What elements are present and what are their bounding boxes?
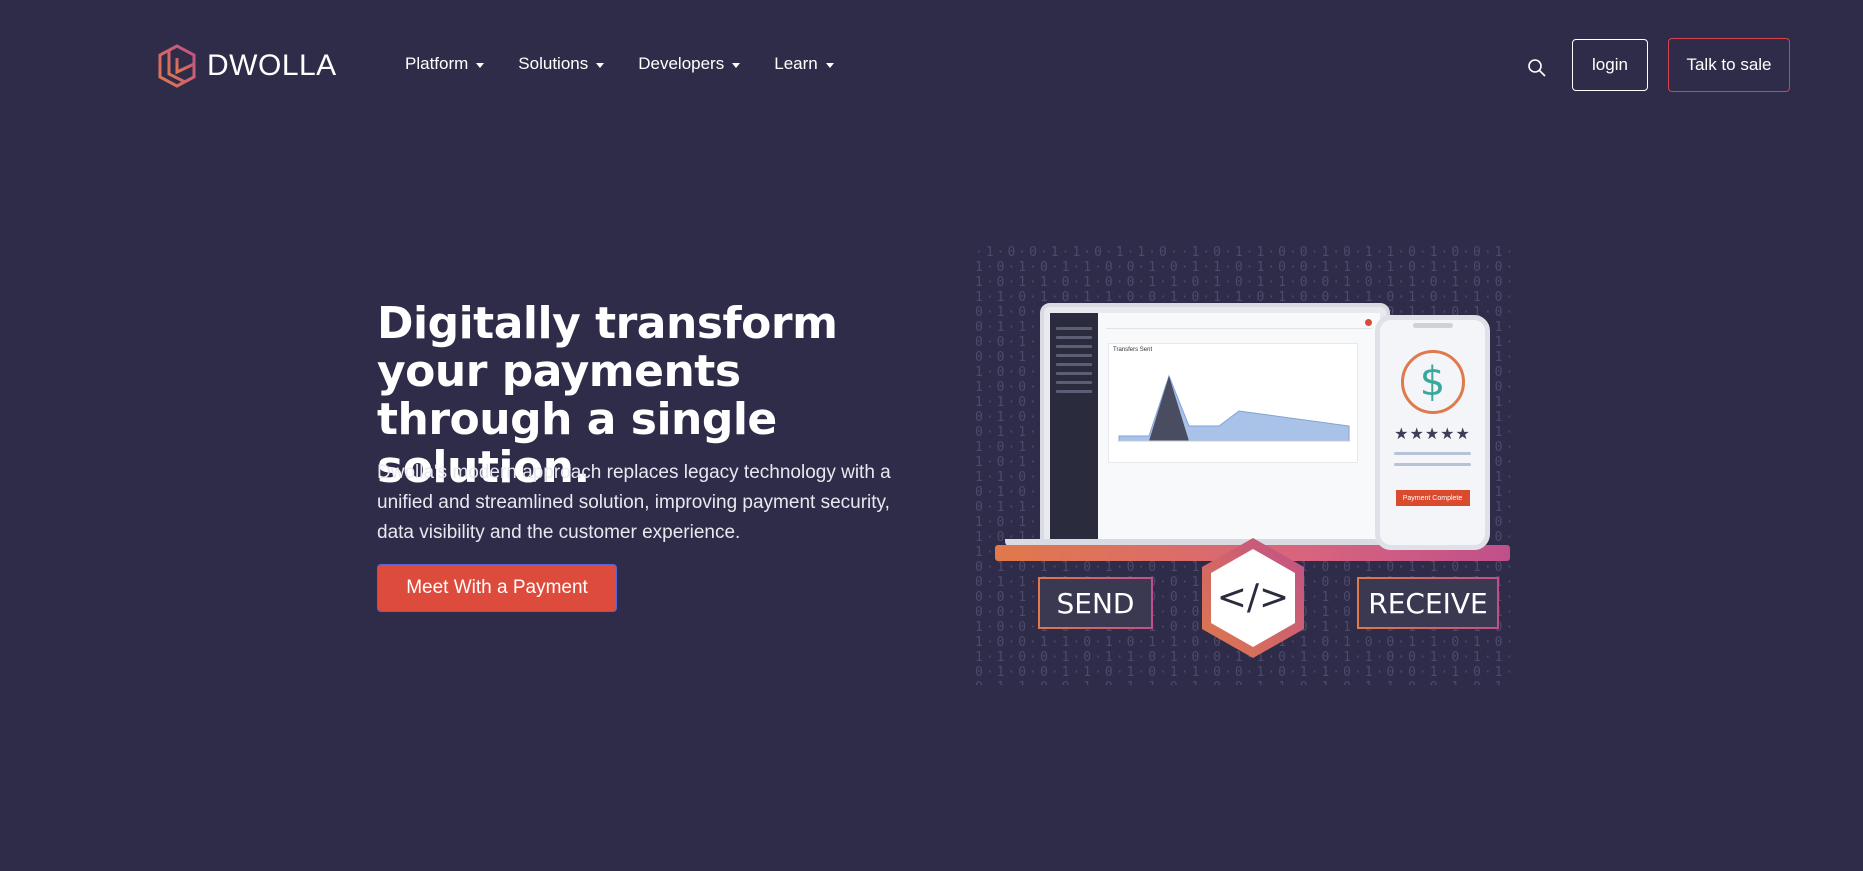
- chevron-down-icon: [825, 62, 834, 68]
- send-tag: SEND: [1038, 577, 1153, 629]
- chart-title: Transfers Sent: [1113, 347, 1153, 353]
- nav-item-label: Platform: [405, 54, 469, 73]
- transfers-chart-card: Transfers Sent: [1108, 343, 1358, 463]
- nav-item-label: Solutions: [518, 54, 589, 73]
- hero-description: Dwolla's modern approach replaces legacy…: [377, 462, 891, 543]
- nav-item-label: Developers: [638, 54, 725, 73]
- code-symbol: </>: [1217, 577, 1289, 618]
- phone-text-line: [1394, 463, 1471, 466]
- talk-to-sales-button[interactable]: Talk to sale: [1668, 38, 1790, 92]
- search-icon[interactable]: [1527, 58, 1547, 78]
- login-button[interactable]: login: [1572, 39, 1648, 91]
- laptop-mockup: Transfers Sent: [1040, 303, 1390, 553]
- dwolla-logo-icon: [158, 44, 196, 88]
- dashboard-sidebar: [1050, 313, 1098, 541]
- logo-wordmark: DWOLLA: [207, 49, 337, 82]
- nav-item-developers[interactable]: Developers: [638, 54, 741, 74]
- dashboard-topbar: [1106, 319, 1372, 329]
- top-nav: DWOLLA Platform Solutions Developers Lea…: [0, 0, 1863, 130]
- chevron-down-icon: [732, 62, 741, 68]
- dashboard-screen: Transfers Sent: [1050, 313, 1380, 541]
- main-menu: Platform Solutions Developers Learn: [405, 54, 834, 74]
- receive-tag: RECEIVE: [1357, 577, 1499, 629]
- meet-with-payment-button[interactable]: Meet With a Payment: [377, 564, 617, 612]
- code-hexagon-icon: </>: [1202, 538, 1304, 658]
- page: DWOLLA Platform Solutions Developers Lea…: [0, 0, 1863, 871]
- nav-item-platform[interactable]: Platform: [405, 54, 485, 74]
- hero-illustration: ·1·0·0·1·1·0·1·1·0··1·0·1·1·0·0·1·0·1·1·…: [975, 245, 1535, 685]
- area-chart: [1118, 374, 1350, 442]
- dashboard-main: Transfers Sent: [1098, 313, 1380, 541]
- phone-notch: [1412, 323, 1453, 328]
- payment-complete-button: Payment Complete: [1395, 490, 1470, 506]
- chevron-down-icon: [596, 62, 605, 68]
- avatar: [1365, 319, 1372, 326]
- nav-item-label: Learn: [774, 54, 818, 73]
- dwolla-logo[interactable]: DWOLLA: [157, 44, 337, 88]
- rating-stars: ★★★★★: [1394, 426, 1471, 443]
- phone-mockup: $ ★★★★★ Payment Complete: [1375, 315, 1490, 550]
- dollar-icon: $: [1400, 350, 1465, 414]
- chevron-down-icon: [476, 62, 485, 68]
- nav-item-solutions[interactable]: Solutions: [518, 54, 605, 74]
- phone-text-line: [1394, 452, 1471, 455]
- nav-item-learn[interactable]: Learn: [774, 54, 834, 74]
